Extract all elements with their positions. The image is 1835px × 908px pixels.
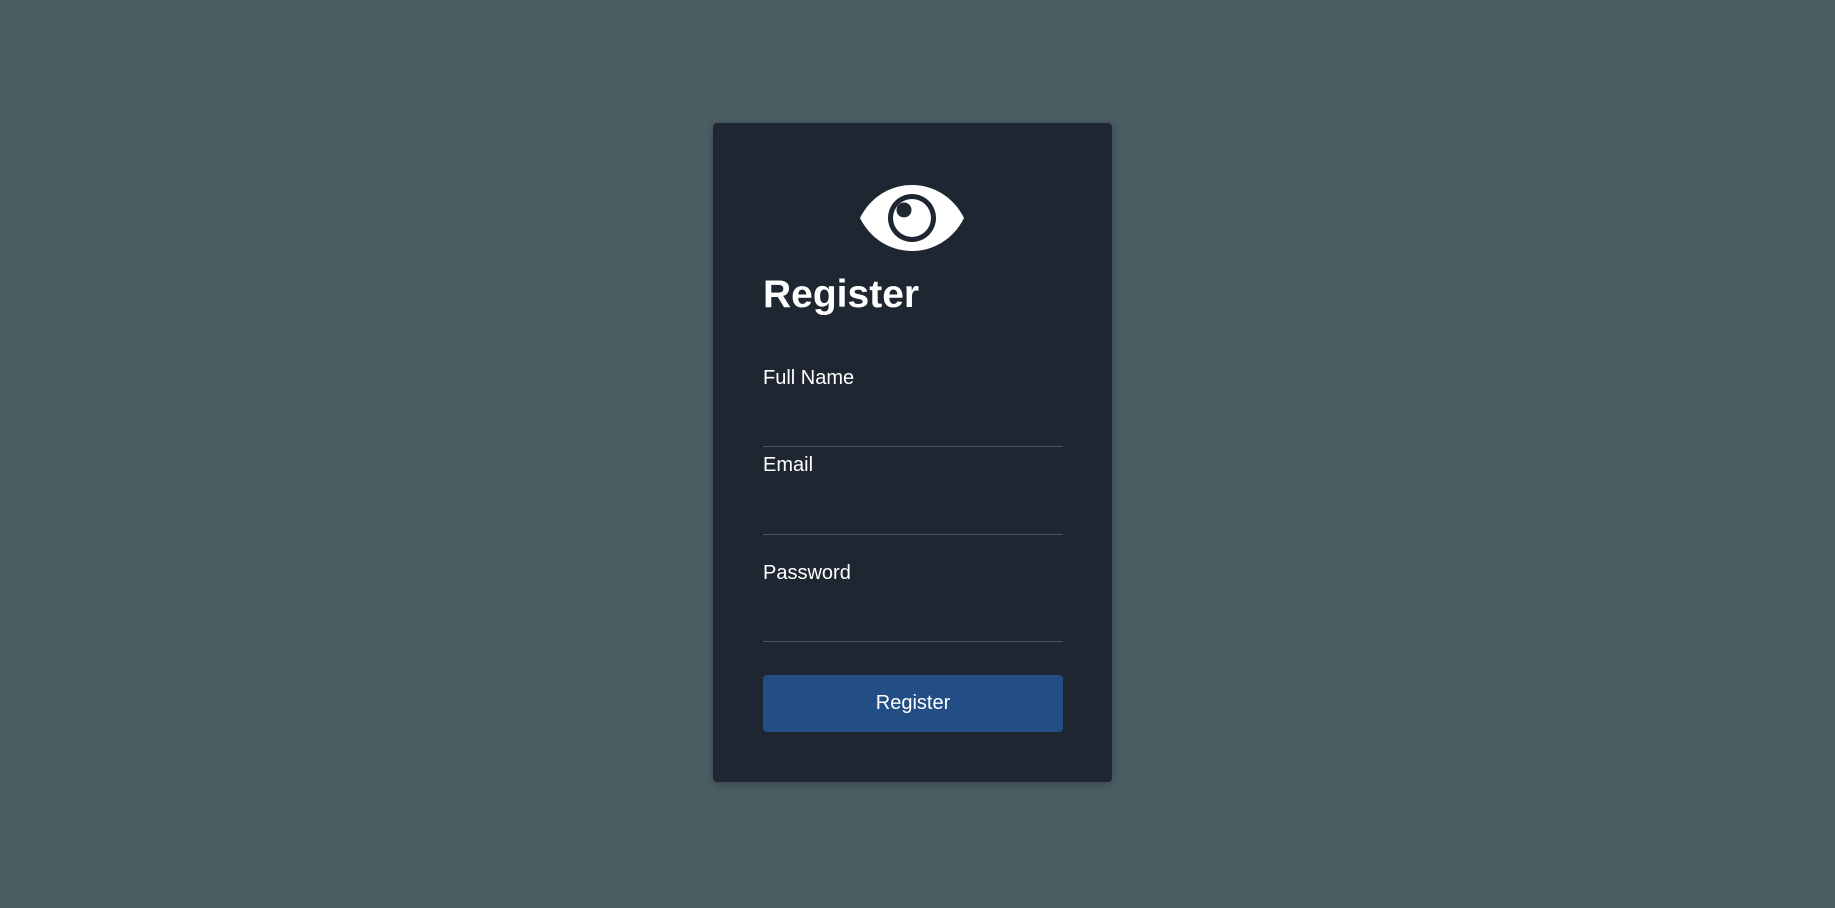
email-label: Email	[763, 454, 814, 476]
register-button[interactable]: Register	[763, 675, 1063, 732]
password-field[interactable]	[763, 610, 1063, 642]
full-name-label: Full Name	[763, 367, 855, 389]
password-label: Password	[763, 562, 851, 584]
register-card: Register Full Name Email Password Regist…	[713, 123, 1112, 782]
full-name-field[interactable]	[763, 415, 1063, 447]
eye-icon	[860, 185, 964, 251]
email-field[interactable]	[763, 503, 1063, 535]
page-title: Register	[763, 273, 920, 316]
